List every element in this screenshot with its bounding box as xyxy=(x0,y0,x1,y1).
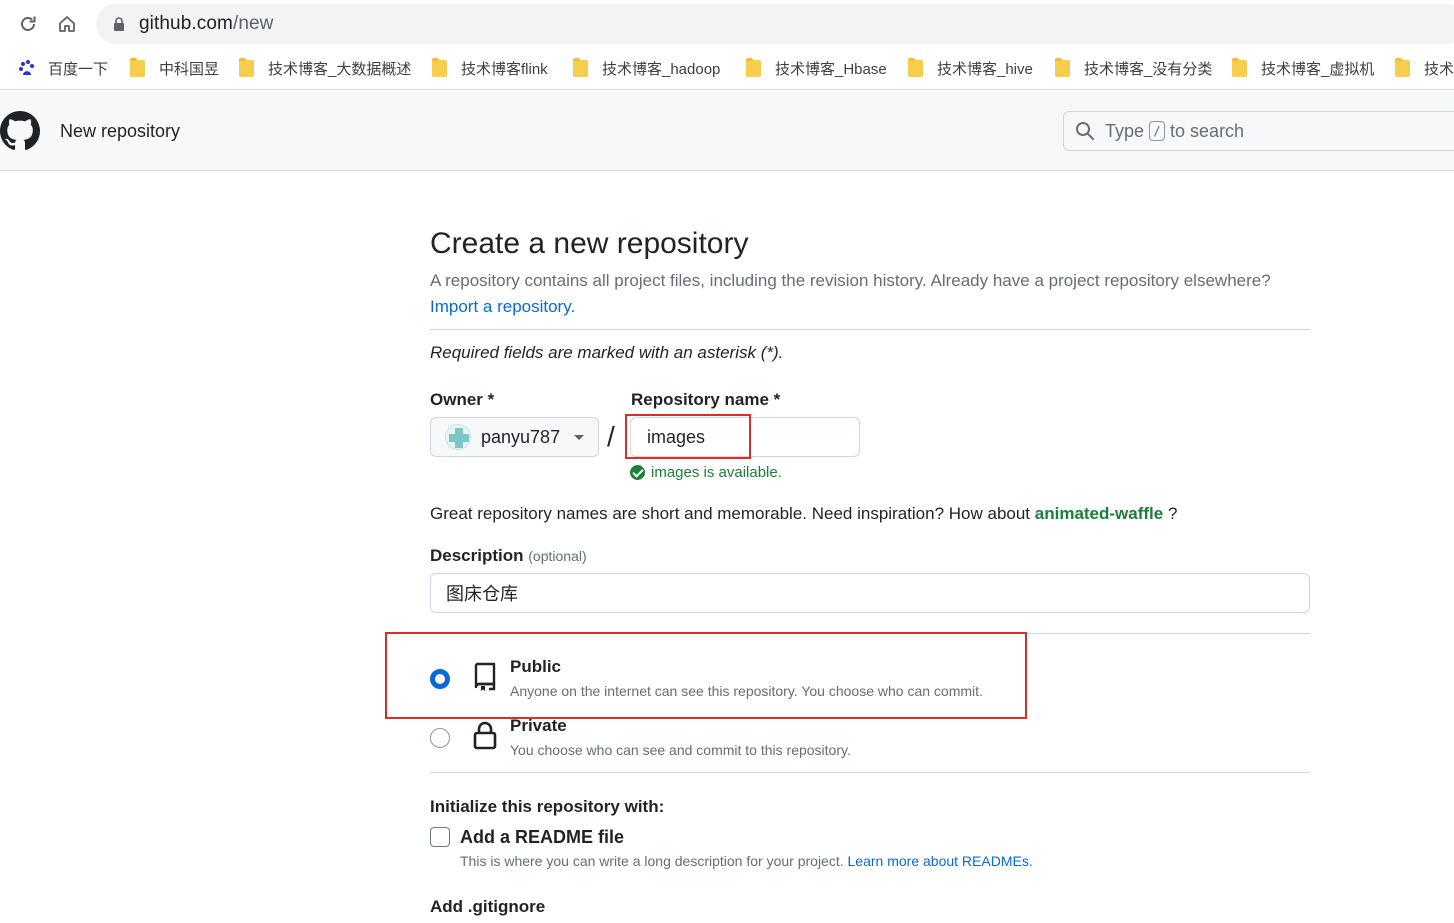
repo-name-input[interactable] xyxy=(630,417,860,457)
readme-label[interactable]: Add a README file xyxy=(460,827,624,848)
url-text: github.com/new xyxy=(139,13,274,34)
search-icon xyxy=(1076,122,1094,140)
import-repository-link[interactable]: Import a repository. xyxy=(430,297,575,316)
suggested-name[interactable]: animated-waffle xyxy=(1035,504,1163,523)
bookmarks-bar: 百度一下 中科国昱 技术博客_大数据概述 技术博客flink 技术博客_hado… xyxy=(0,48,1454,90)
divider xyxy=(430,329,1310,330)
bookmark-item[interactable]: 技术博客_大数据概述 xyxy=(239,57,411,79)
search-placeholder: Type / to search xyxy=(1105,120,1245,141)
page-lead: A repository contains all project files,… xyxy=(430,271,1271,316)
check-circle-icon xyxy=(630,465,645,480)
required-fields-note: Required fields are marked with an aster… xyxy=(430,343,784,362)
bookmark-item[interactable]: 技术博客_hadoop xyxy=(573,57,720,79)
learn-readme-link[interactable]: Learn more about READMEs. xyxy=(848,853,1033,869)
github-mark-icon[interactable] xyxy=(0,111,40,151)
folder-icon xyxy=(432,57,447,77)
bookmark-item[interactable]: 百度一下 xyxy=(18,57,108,79)
bookmark-item[interactable]: 中科国昱 xyxy=(130,57,219,79)
folder-icon xyxy=(1232,57,1247,77)
browser-toolbar: github.com/new xyxy=(0,0,1454,48)
avatar xyxy=(445,424,471,450)
home-icon[interactable] xyxy=(53,10,81,38)
private-title: Private xyxy=(510,716,567,735)
public-radio[interactable] xyxy=(430,669,450,689)
lock-icon xyxy=(473,721,497,750)
owner-select[interactable]: panyu787 xyxy=(430,417,599,457)
readme-checkbox[interactable] xyxy=(430,827,450,847)
bookmark-item[interactable]: 技术博客_没有分类 xyxy=(1055,57,1212,79)
bookmark-item[interactable]: 技术博客_hive xyxy=(908,57,1033,79)
gitignore-label: Add .gitignore xyxy=(430,897,546,916)
folder-icon xyxy=(746,57,761,77)
readme-description: This is where you can write a long descr… xyxy=(460,853,1033,869)
folder-icon xyxy=(1055,57,1070,77)
owner-name: panyu787 xyxy=(481,426,561,447)
bookmark-item[interactable]: 技术博客_虚拟机 xyxy=(1232,57,1374,79)
repo-name-label: Repository name * xyxy=(631,390,781,409)
divider xyxy=(430,772,1310,773)
name-inspiration: Great repository names are short and mem… xyxy=(430,504,1178,523)
repo-icon xyxy=(474,662,496,691)
initialize-title: Initialize this repository with: xyxy=(430,797,665,816)
bookmark-item[interactable]: 技术博客flink xyxy=(432,57,548,79)
owner-label: Owner * xyxy=(430,390,495,409)
visibility-option-private[interactable]: Private You choose who can see and commi… xyxy=(430,716,1310,766)
search-shortcut-key: / xyxy=(1149,121,1166,141)
visibility-option-public[interactable]: Public Anyone on the internet can see th… xyxy=(430,657,1310,707)
public-description: Anyone on the internet can see this repo… xyxy=(510,683,983,699)
bookmark-item[interactable]: 技术 xyxy=(1395,57,1454,79)
bookmark-item[interactable]: 技术博客_Hbase xyxy=(746,57,887,79)
description-label: Description (optional) xyxy=(430,546,587,565)
folder-icon xyxy=(239,57,254,77)
owner-repo-separator: / xyxy=(607,421,615,452)
private-radio[interactable] xyxy=(430,728,450,748)
page-title: Create a new repository xyxy=(430,227,749,260)
baidu-paw-icon xyxy=(19,60,34,75)
global-search-input[interactable]: Type / to search xyxy=(1063,111,1454,151)
header-page-title: New repository xyxy=(60,121,181,141)
folder-icon xyxy=(1395,57,1410,77)
folder-icon xyxy=(908,57,923,77)
private-description: You choose who can see and commit to thi… xyxy=(510,742,851,758)
name-available-message: images is available. xyxy=(630,464,782,481)
divider xyxy=(430,633,1310,634)
folder-icon xyxy=(130,57,145,77)
lock-icon xyxy=(114,17,124,31)
address-bar[interactable]: github.com/new xyxy=(96,4,1454,44)
description-input[interactable] xyxy=(430,573,1310,613)
public-title: Public xyxy=(510,657,562,676)
chevron-down-icon xyxy=(574,434,585,440)
folder-icon xyxy=(573,57,588,77)
reload-icon[interactable] xyxy=(14,10,42,38)
github-header: New repository Type / to search xyxy=(0,91,1454,171)
